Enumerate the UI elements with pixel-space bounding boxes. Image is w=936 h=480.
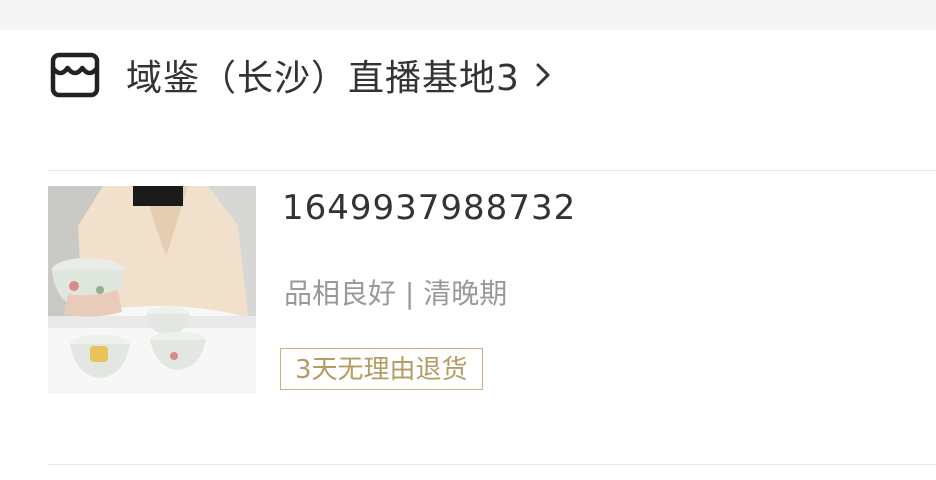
item-description: 品相良好 | 清晚期 [284, 277, 508, 310]
top-spacer [0, 0, 936, 30]
return-policy-badge: 3天无理由退货 [280, 348, 483, 390]
shop-name: 域鉴（长沙）直播基地3 [126, 58, 520, 99]
product-image[interactable] [48, 186, 256, 394]
store-icon [48, 48, 102, 102]
shop-header[interactable]: 域鉴（长沙）直播基地3 [48, 45, 554, 105]
section-divider [48, 170, 936, 171]
item-id: 1649937988732 [282, 188, 577, 228]
chevron-right-icon [532, 60, 554, 90]
bottom-divider [48, 464, 936, 465]
